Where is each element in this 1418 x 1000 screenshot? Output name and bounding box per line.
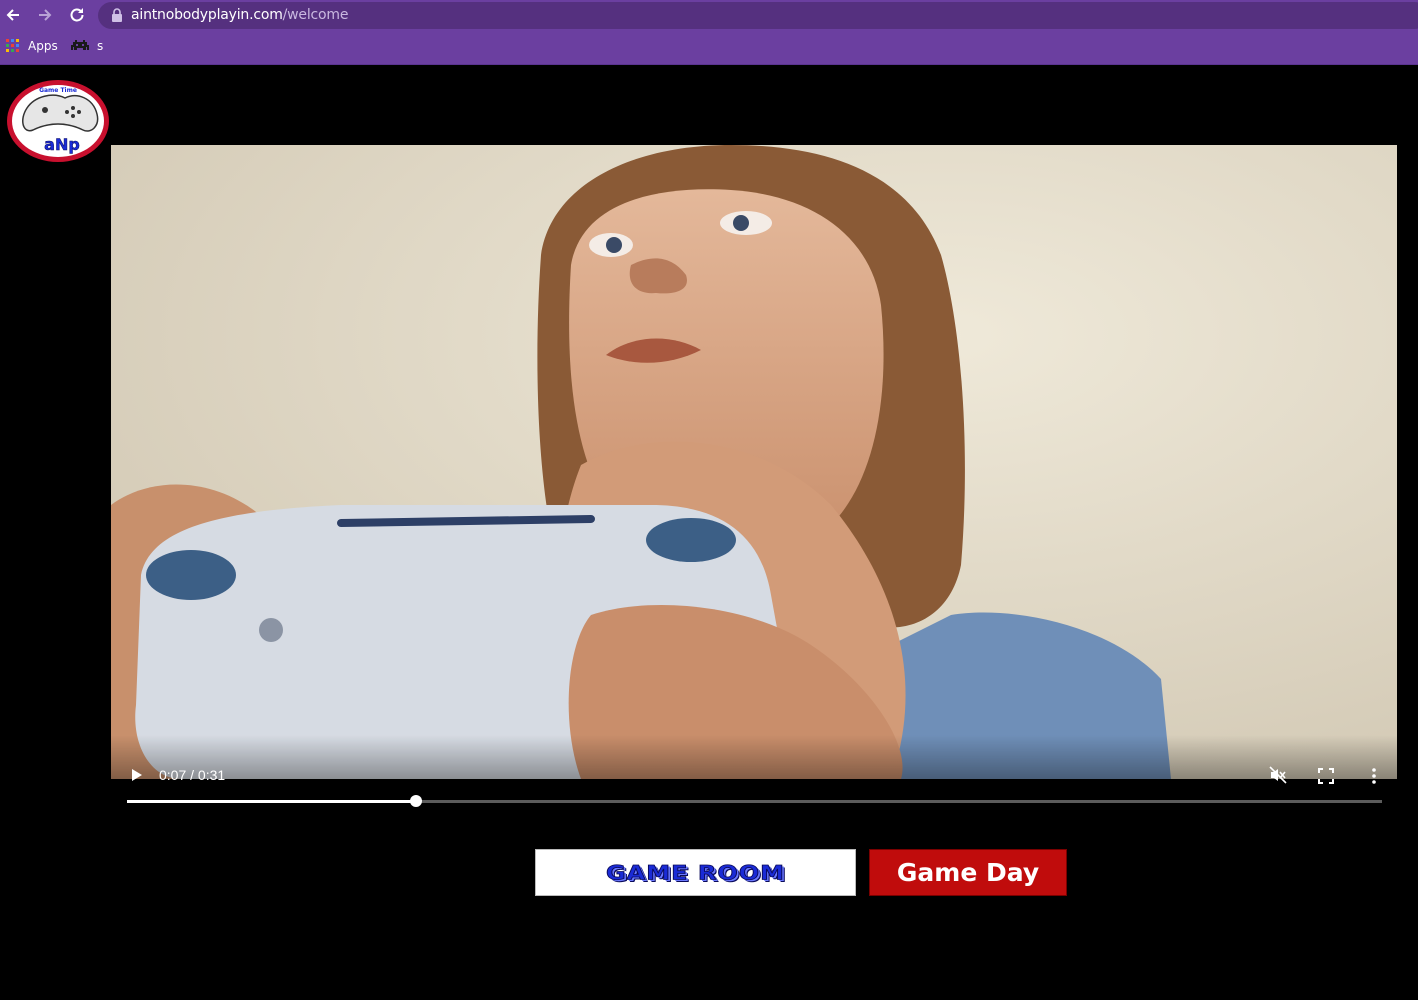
game-day-label: Game Day (896, 858, 1040, 887)
video-frame (111, 145, 1397, 779)
bookmark-apps-label: Apps (28, 39, 58, 53)
video-time: 0:07 / 0:31 (159, 767, 226, 783)
video-progress-bar[interactable] (127, 795, 1382, 807)
lock-icon (112, 8, 122, 22)
url-text: aintnobodyplayin.com/welcome (131, 7, 348, 23)
bookmark-s-label: s (97, 39, 104, 53)
apps-grid-icon (6, 39, 19, 52)
game-day-button[interactable]: Game Day (869, 849, 1067, 896)
back-button[interactable] (1, 3, 25, 27)
play-icon[interactable] (128, 767, 144, 783)
bookmark-apps[interactable]: Apps (6, 39, 58, 53)
reload-button[interactable] (65, 3, 89, 27)
reload-icon (70, 8, 84, 22)
bookmarks-bar: Apps s (0, 31, 1418, 65)
game-room-label: GAME ROOM (605, 861, 786, 884)
muted-speaker-icon[interactable] (1269, 766, 1287, 784)
game-room-button[interactable]: GAME ROOM (535, 849, 856, 896)
browser-toolbar: aintnobodyplayin.com/welcome (0, 0, 1418, 31)
logo-text: aNp (44, 135, 80, 154)
site-logo[interactable]: Game Time aNp (5, 78, 111, 164)
address-bar[interactable]: aintnobodyplayin.com/welcome (98, 2, 1418, 29)
forward-button[interactable] (33, 3, 57, 27)
video-progress-thumb[interactable] (409, 795, 422, 807)
video-player[interactable] (111, 145, 1397, 779)
video-progress-fill (127, 800, 416, 803)
url-path: /welcome (282, 7, 349, 23)
more-options-icon[interactable] (1366, 767, 1382, 785)
fullscreen-icon[interactable] (1318, 768, 1334, 784)
forward-arrow-icon (39, 9, 52, 21)
logo-top-text: Game Time (39, 87, 77, 94)
bookmark-s[interactable]: s (71, 39, 103, 53)
video-controls (111, 735, 1397, 779)
space-invader-icon (71, 40, 89, 50)
url-host: aintnobodyplayin.com (131, 7, 283, 23)
back-arrow-icon (6, 9, 19, 21)
